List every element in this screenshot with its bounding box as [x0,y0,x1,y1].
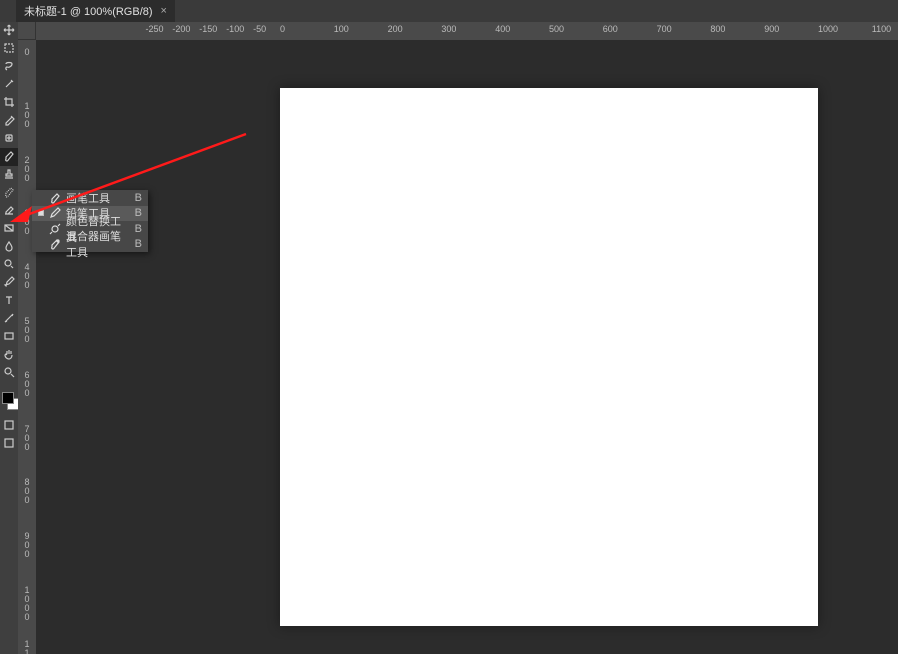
vruler-tick: 400 [18,263,36,290]
tool-wand[interactable] [0,76,18,94]
pencil-icon [48,206,62,220]
brush-icon [3,150,15,165]
tool-zoom[interactable] [0,364,18,382]
hruler-tick: 1000 [818,24,838,34]
vruler-tick: 100 [18,102,36,129]
wand-icon [3,78,15,93]
hruler-tick: -50 [253,24,266,34]
vruler-tick: 700 [18,425,36,452]
hruler-tick: 400 [495,24,510,34]
colorreplace-icon [48,222,62,236]
vruler-tick: 0 [18,48,36,57]
healing-icon [3,132,15,147]
active-dot-icon [38,210,44,216]
quickmask-button[interactable] [0,416,18,434]
move-icon [3,24,15,39]
vruler-tick: 900 [18,532,36,559]
tool-eyedropper[interactable] [0,112,18,130]
document-tab-bar: 未标题-1 @ 100%(RGB/8) × [0,0,898,22]
vruler-tick: 200 [18,156,36,183]
vruler-tick: 1100 [18,640,36,654]
tool-crop[interactable] [0,94,18,112]
document-tab[interactable]: 未标题-1 @ 100%(RGB/8) × [16,0,175,22]
toolbox [0,22,18,654]
tool-healing[interactable] [0,130,18,148]
flyout-label: 画笔工具 [66,190,129,206]
horizontal-ruler: -250 -200 -150 -100 -50 0 100 200 300 400 500 600 70… [18,22,898,40]
tool-stamp[interactable] [0,166,18,184]
hruler-tick: 1100 [872,24,891,34]
hruler-tick: 0 [280,24,285,34]
type-icon [3,294,15,309]
stamp-icon [3,168,15,183]
hand-icon [3,348,15,363]
foreground-color[interactable] [2,392,14,404]
hruler-tick: -100 [226,24,244,34]
tool-move[interactable] [0,22,18,40]
shape-icon [3,330,15,345]
hruler-tick: -150 [199,24,217,34]
close-icon[interactable]: × [161,5,167,17]
hruler-tick: 700 [657,24,672,34]
screenmode-button[interactable] [0,434,18,452]
document-tab-title: 未标题-1 @ 100%(RGB/8) [24,3,153,19]
color-swatch[interactable] [0,388,18,416]
tool-eraser[interactable] [0,202,18,220]
eraser-icon [3,204,15,219]
hruler-tick: 100 [334,24,349,34]
path-icon [3,312,15,327]
hruler-tick: -200 [172,24,190,34]
tool-path[interactable] [0,310,18,328]
tool-dodge[interactable] [0,256,18,274]
mixer-icon [48,237,62,251]
flyout-item-mixer[interactable]: 混合器画笔工具B [32,237,148,253]
blur-icon [3,240,15,255]
crop-icon [3,96,15,111]
tool-shape[interactable] [0,328,18,346]
vruler-tick: 600 [18,371,36,398]
gradient-icon [3,222,15,237]
brush-icon [48,191,62,205]
tool-marquee[interactable] [0,40,18,58]
tool-pen[interactable] [0,274,18,292]
canvas[interactable] [280,88,818,626]
flyout-label: 混合器画笔工具 [66,228,129,260]
hruler-tick: 800 [710,24,725,34]
hruler-tick: -250 [146,24,164,34]
pen-icon [3,276,15,291]
ruler-corner [18,22,36,40]
eyedropper-icon [3,114,15,129]
hruler-tick: 200 [388,24,403,34]
flyout-shortcut: B [135,238,142,250]
lasso-icon [3,60,15,75]
vruler-tick: 500 [18,317,36,344]
tool-blur[interactable] [0,238,18,256]
flyout-shortcut: B [135,207,142,219]
flyout-shortcut: B [135,223,142,235]
flyout-shortcut: B [135,192,142,204]
tool-hand[interactable] [0,346,18,364]
vruler-tick: 800 [18,478,36,505]
hruler-tick: 600 [603,24,618,34]
tool-history[interactable] [0,184,18,202]
dodge-icon [3,258,15,273]
tool-type[interactable] [0,292,18,310]
hruler-tick: 300 [441,24,456,34]
vruler-tick: 1000 [18,586,36,622]
zoom-icon [3,366,15,381]
history-icon [3,186,15,201]
hruler-tick: 500 [549,24,564,34]
tool-lasso[interactable] [0,58,18,76]
tool-brush[interactable] [0,148,18,166]
flyout-item-brush[interactable]: 画笔工具 B [32,190,148,206]
canvas-viewport[interactable] [36,40,898,654]
brush-tool-flyout: 画笔工具B铅笔工具B颜色替换工具B混合器画笔工具B [32,190,148,252]
hruler-tick: 900 [764,24,779,34]
marquee-icon [3,42,15,57]
vertical-ruler: 0100200300400500600700800900100011001200… [18,40,36,654]
tool-gradient[interactable] [0,220,18,238]
